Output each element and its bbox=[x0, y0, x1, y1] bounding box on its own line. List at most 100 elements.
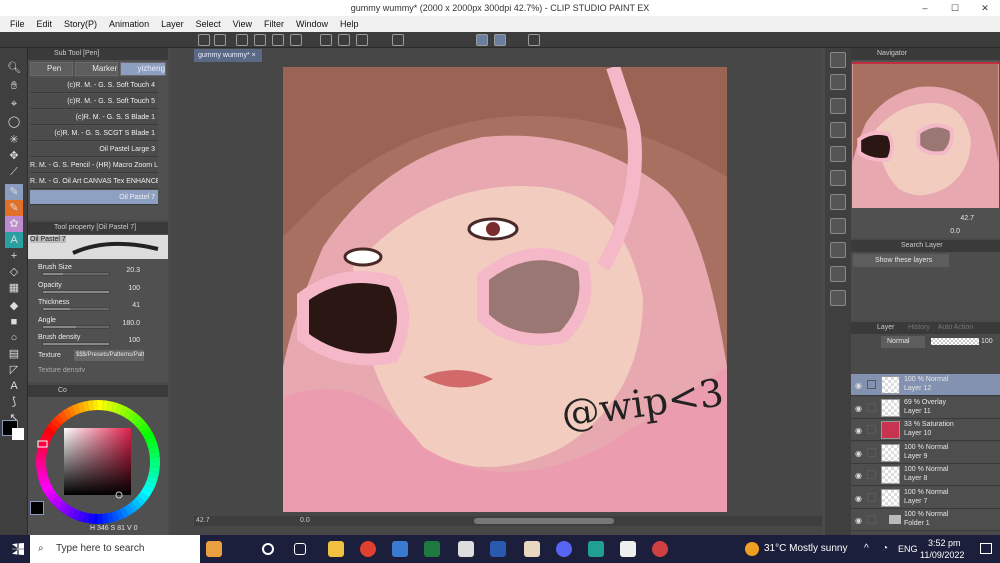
hand-tool-icon[interactable]: ✋︎ bbox=[5, 78, 23, 94]
download-icon[interactable] bbox=[830, 218, 846, 234]
hue-ring-segment[interactable] bbox=[67, 405, 77, 417]
task-view-icon[interactable] bbox=[294, 543, 306, 555]
material-icon[interactable] bbox=[830, 74, 846, 90]
property-opacity[interactable]: Opacity 100 bbox=[38, 280, 146, 298]
hue-ring-segment[interactable] bbox=[145, 435, 157, 445]
eye-icon[interactable]: ◉ bbox=[855, 449, 862, 458]
hue-ring-segment[interactable] bbox=[47, 422, 59, 433]
save-icon[interactable] bbox=[254, 34, 266, 46]
eye-icon[interactable]: ◉ bbox=[855, 381, 862, 390]
horizontal-scrollbar[interactable] bbox=[474, 518, 614, 524]
property-value[interactable]: 20.3 bbox=[126, 267, 140, 274]
figure-icon[interactable]: ○ bbox=[5, 330, 23, 346]
property-value[interactable]: 41 bbox=[132, 302, 140, 309]
hue-ring-segment[interactable] bbox=[127, 501, 138, 513]
maximize-button[interactable]: ☐ bbox=[940, 0, 970, 16]
navigator-preview[interactable] bbox=[852, 62, 999, 208]
hue-ring-segment[interactable] bbox=[102, 513, 109, 524]
brush-item[interactable]: (c)R. M. - G. S. S Blade 1 bbox=[30, 110, 158, 125]
open-icon[interactable] bbox=[236, 34, 248, 46]
file-explorer-icon[interactable] bbox=[328, 541, 344, 557]
eye-icon[interactable]: ◉ bbox=[855, 426, 862, 435]
brush-item[interactable]: R. M. - G. Oil Art CANVAS Tex ENHANCE bbox=[30, 174, 158, 189]
hue-ring-segment[interactable] bbox=[87, 513, 94, 524]
hue-ring-segment[interactable] bbox=[127, 411, 138, 423]
artwork-canvas[interactable]: @wip<3 bbox=[283, 67, 727, 512]
tab-pen[interactable]: Pen bbox=[30, 62, 74, 76]
hue-ring-segment[interactable] bbox=[137, 422, 149, 433]
hue-ring-segment[interactable] bbox=[58, 411, 69, 423]
hue-ring-segment[interactable] bbox=[134, 418, 146, 429]
property-slider[interactable] bbox=[42, 289, 110, 294]
redo-icon[interactable] bbox=[338, 34, 350, 46]
brush-item[interactable]: Oil Pastel Large 3 bbox=[30, 142, 158, 157]
ruler-snap-icon[interactable] bbox=[494, 34, 506, 46]
chrome-icon[interactable] bbox=[360, 541, 376, 557]
tab-auto-action[interactable]: Auto Action bbox=[938, 324, 973, 331]
text-tool-icon[interactable]: A bbox=[5, 378, 23, 394]
spinner-icon[interactable] bbox=[356, 34, 368, 46]
hue-ring-segment[interactable] bbox=[54, 414, 65, 426]
start-icon[interactable] bbox=[12, 543, 24, 555]
layer-row[interactable]: ◉ 100 % Normal Layer 9 bbox=[851, 441, 1000, 464]
property-slider[interactable] bbox=[42, 307, 110, 311]
menu-icon[interactable] bbox=[198, 34, 210, 46]
layer-filter-dropdown[interactable]: Show these layers bbox=[853, 254, 949, 267]
eye-icon[interactable]: ◉ bbox=[855, 404, 862, 413]
angle-value[interactable]: 0.0 bbox=[300, 517, 310, 524]
hue-ring-segment[interactable] bbox=[58, 501, 69, 513]
menu-layer[interactable]: Layer bbox=[155, 19, 190, 29]
word-icon[interactable] bbox=[490, 541, 506, 557]
new-icon[interactable] bbox=[214, 34, 226, 46]
ruler-icon[interactable]: ◸ bbox=[5, 362, 23, 378]
wifi-icon[interactable]: ◔ bbox=[882, 543, 888, 554]
pen-tool-icon[interactable]: ✎ bbox=[5, 184, 23, 200]
zoom-value[interactable]: 42.7 bbox=[196, 517, 210, 524]
hue-ring-segment[interactable] bbox=[145, 479, 157, 489]
hue-ring-segment[interactable] bbox=[137, 491, 149, 502]
layer-row[interactable]: ◉ 100 % Normal Layer 8 bbox=[851, 464, 1000, 486]
texture-field[interactable]: $$$/Presets/Patterns/Patt bbox=[74, 350, 144, 361]
material-icon[interactable] bbox=[830, 194, 846, 210]
hue-ring-segment[interactable] bbox=[111, 402, 120, 414]
hue-ring-segment[interactable] bbox=[149, 451, 160, 458]
hue-ring-segment[interactable] bbox=[36, 445, 48, 454]
hue-ring-segment[interactable] bbox=[71, 509, 81, 521]
eye-icon[interactable]: ◉ bbox=[855, 494, 862, 503]
eraser-icon[interactable]: ◇ bbox=[5, 264, 23, 280]
hue-ring-segment[interactable] bbox=[81, 512, 90, 524]
hue-ring-segment[interactable] bbox=[140, 426, 152, 437]
property-slider[interactable] bbox=[42, 324, 110, 329]
hue-ring-segment[interactable] bbox=[119, 507, 130, 519]
menu-select[interactable]: Select bbox=[190, 19, 227, 29]
material-icon[interactable] bbox=[830, 266, 846, 282]
menu-edit[interactable]: Edit bbox=[31, 19, 59, 29]
eye-icon[interactable]: ◉ bbox=[855, 516, 862, 525]
menu-help[interactable]: Help bbox=[334, 19, 365, 29]
weather-icon[interactable] bbox=[745, 542, 759, 556]
clock-date[interactable]: 11/09/2022 bbox=[920, 550, 964, 560]
notification-icon[interactable] bbox=[980, 543, 992, 554]
menu-animation[interactable]: Animation bbox=[103, 19, 155, 29]
clock-time[interactable]: 3:52 pm bbox=[928, 538, 961, 548]
chrome-profile-icon[interactable] bbox=[652, 541, 668, 557]
hue-ring-segment[interactable] bbox=[76, 510, 85, 522]
brush-tool-icon[interactable]: ✎ bbox=[5, 200, 23, 216]
hue-ring-segment[interactable] bbox=[131, 414, 142, 426]
layer-row[interactable]: ◉ 100 % Normal Layer 12 bbox=[851, 374, 1000, 396]
hue-ring-segment[interactable] bbox=[41, 483, 53, 493]
hue-ring-segment[interactable] bbox=[143, 430, 155, 441]
hue-ring-segment[interactable] bbox=[62, 504, 73, 516]
hue-ring-segment[interactable] bbox=[115, 509, 125, 521]
airbrush-tool-icon[interactable]: A bbox=[5, 232, 23, 248]
property-value[interactable]: 100 bbox=[128, 337, 140, 344]
layer-lock-checkbox[interactable] bbox=[867, 425, 876, 434]
hue-ring-segment[interactable] bbox=[111, 510, 120, 522]
navigator-icon[interactable] bbox=[830, 52, 846, 68]
sparkle-tool-icon[interactable]: + bbox=[5, 248, 23, 264]
layer-lock-checkbox[interactable] bbox=[867, 470, 876, 479]
hue-ring-segment[interactable] bbox=[50, 495, 62, 506]
app-icon[interactable] bbox=[588, 541, 604, 557]
settings-icon[interactable] bbox=[528, 34, 540, 46]
clip-studio-paint-icon[interactable] bbox=[620, 541, 636, 557]
